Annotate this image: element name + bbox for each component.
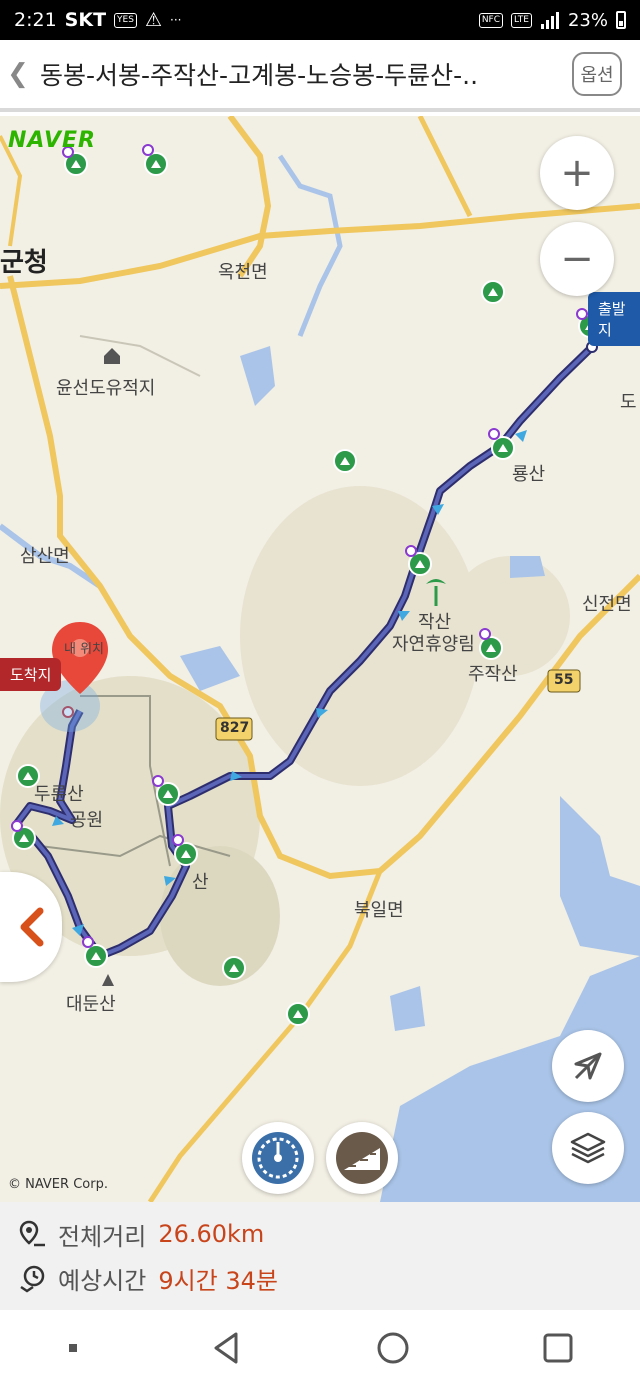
location-off-button[interactable] [552, 1030, 624, 1102]
road-shield-827: 827 [220, 720, 250, 736]
header: ❮ 동봉-서봉-주작산-고계봉-노승봉-두륜산-.. 옵션 [0, 40, 640, 112]
home-circle-icon[interactable] [373, 1328, 413, 1368]
status-bar: 2:21 SKT YES ⚠ ··· NFC LTE 23% [0, 0, 640, 40]
map-base [0, 116, 640, 1202]
chevron-left-icon [20, 907, 44, 947]
time-label: 예상시간 [58, 1266, 147, 1295]
map-label-dure2: 공원 [70, 810, 104, 831]
layers-icon [570, 1132, 606, 1164]
signal-icon [540, 12, 559, 29]
system-nav-bar [0, 1310, 640, 1386]
start-flag[interactable]: 출발지 [588, 292, 640, 346]
map-view[interactable]: NAVER 군청 옥천면 윤선도유적지 삼산면 룡산 작산 자연휴양림 주작산 … [0, 116, 640, 1202]
back-triangle-icon[interactable] [208, 1328, 248, 1368]
map-label-ryungsan: 룡산 [512, 464, 546, 485]
clock-icon [20, 1265, 45, 1293]
options-button[interactable]: 옵션 [572, 52, 622, 96]
my-location-label: 내 위치 [64, 642, 105, 657]
nfc-icon: NFC [478, 12, 504, 28]
elevation-button[interactable] [326, 1122, 398, 1194]
notification-icon: YES [114, 12, 137, 28]
battery-percent: 23% [567, 9, 608, 31]
map-label-jujak: 주작산 [468, 664, 518, 685]
back-button[interactable]: ❮ [0, 38, 36, 110]
map-label-bugil: 북일면 [354, 900, 404, 921]
route-info-panel: 전체거리 26.60km 예상시간 9시간 34분 [0, 1202, 640, 1310]
naver-logo: NAVER [8, 128, 96, 153]
zoom-in-button[interactable]: + [540, 136, 614, 210]
recents-square-icon[interactable] [538, 1328, 578, 1368]
chevron-left-icon: ❮ [7, 59, 29, 89]
status-carrier: SKT [64, 9, 107, 31]
map-label-gun: 군청 [0, 248, 48, 278]
dot-icon[interactable] [63, 1338, 83, 1358]
road-shield-55: 55 [554, 672, 574, 688]
time-value: 9시간 34분 [158, 1266, 279, 1295]
lte-icon: LTE [511, 12, 532, 28]
map-label-yunseon: 윤선도유적지 [56, 378, 156, 399]
map-label-gosan: 산 [192, 872, 209, 893]
status-time: 2:21 [14, 9, 57, 31]
distance-value: 26.60km [158, 1220, 265, 1248]
map-label-jujak-forest2: 자연휴양림 [392, 634, 475, 655]
zoom-out-button[interactable]: − [540, 222, 614, 296]
map-label-samsan: 삼산면 [20, 546, 70, 567]
battery-icon [616, 11, 626, 29]
route-distance-icon [19, 1220, 45, 1247]
time-row: 예상시간 9시간 34분 [18, 1256, 622, 1300]
location-off-icon [574, 1052, 602, 1080]
map-label-dure1: 두륜산 [34, 784, 84, 805]
speedometer-icon [252, 1132, 304, 1184]
layers-button[interactable] [552, 1112, 624, 1184]
map-copyright: © NAVER Corp. [8, 1177, 108, 1192]
more-notifications-icon: ··· [170, 13, 182, 27]
map-label-daedun: 대둔산 [66, 994, 116, 1015]
page-title: 동봉-서봉-주작산-고계봉-노승봉-두륜산-.. [40, 61, 479, 90]
map-label-do: 도 [620, 392, 637, 413]
speedometer-button[interactable] [242, 1122, 314, 1194]
distance-row: 전체거리 26.60km [18, 1212, 622, 1256]
map-label-sinjeon: 신전면 [582, 594, 632, 615]
warning-icon: ⚠ [144, 9, 162, 31]
distance-label: 전체거리 [58, 1222, 147, 1251]
end-flag[interactable]: 도착지 [0, 658, 62, 691]
elevation-icon [336, 1132, 388, 1184]
map-label-okcheon: 옥천면 [218, 262, 268, 283]
